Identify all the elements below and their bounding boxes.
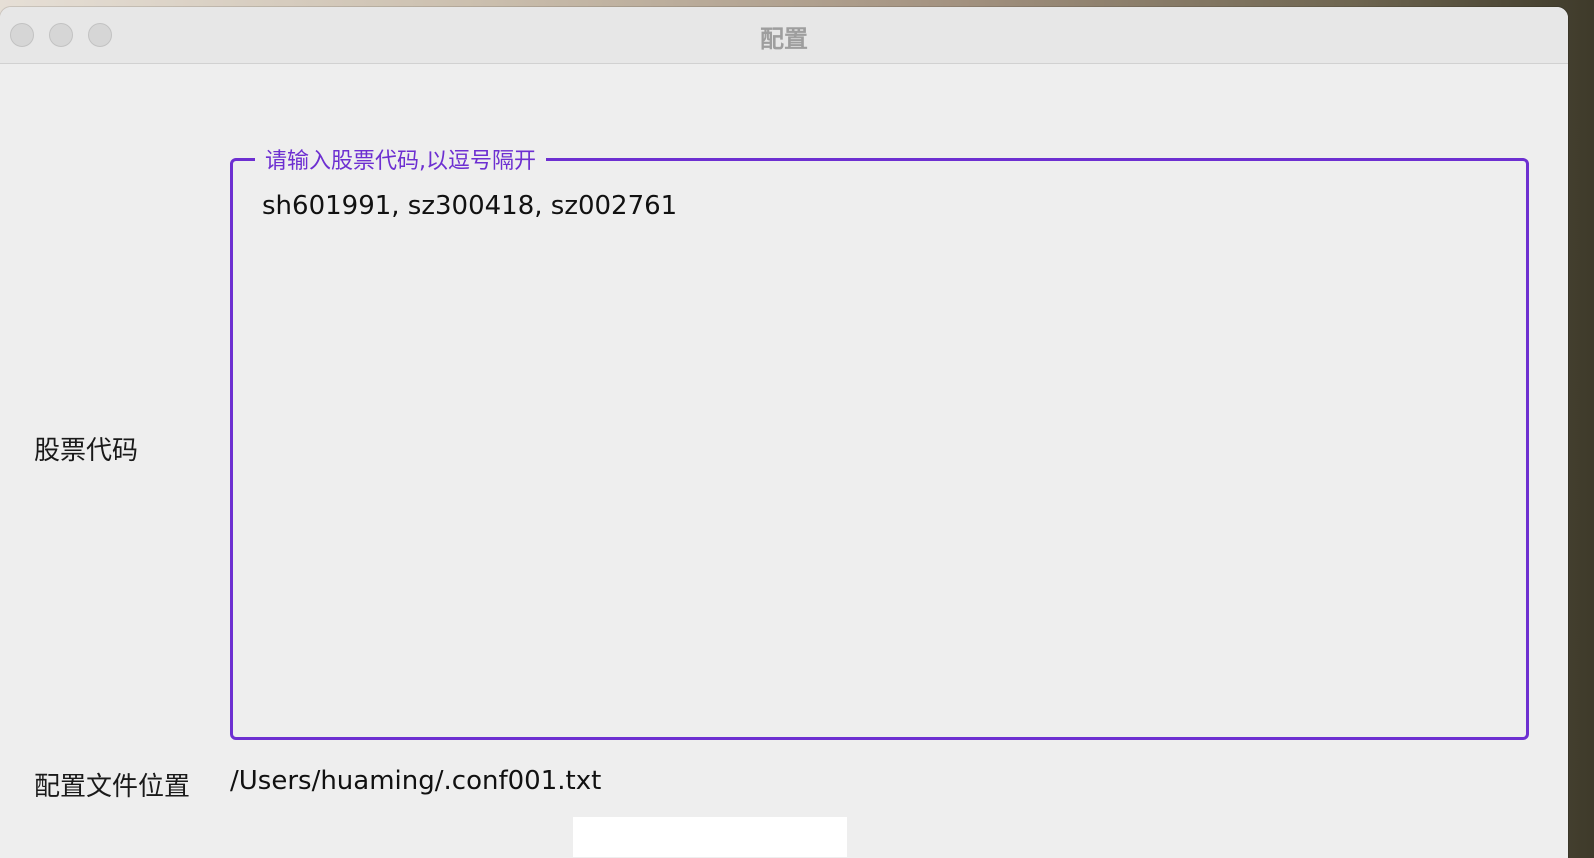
save-button[interactable] (573, 817, 847, 857)
stock-codes-label: 股票代码 (34, 436, 139, 466)
stock-codes-legend: 请输入股票代码,以逗号隔开 (255, 143, 546, 175)
config-form: 股票代码 请输入股票代码,以逗号隔开 sh601991, sz300418, s… (0, 64, 1568, 858)
title-bar: 配置 (0, 7, 1568, 64)
stock-codes-input[interactable]: sh601991, sz300418, sz002761 (262, 191, 1506, 221)
stock-codes-field[interactable]: 请输入股票代码,以逗号隔开 sh601991, sz300418, sz0027… (230, 143, 1529, 740)
config-window: 配置 股票代码 请输入股票代码,以逗号隔开 sh601991, sz300418… (0, 7, 1568, 858)
config-file-path: /Users/huaming/.conf001.txt (230, 766, 602, 796)
config-file-label: 配置文件位置 (34, 772, 191, 802)
window-title: 配置 (760, 25, 808, 53)
